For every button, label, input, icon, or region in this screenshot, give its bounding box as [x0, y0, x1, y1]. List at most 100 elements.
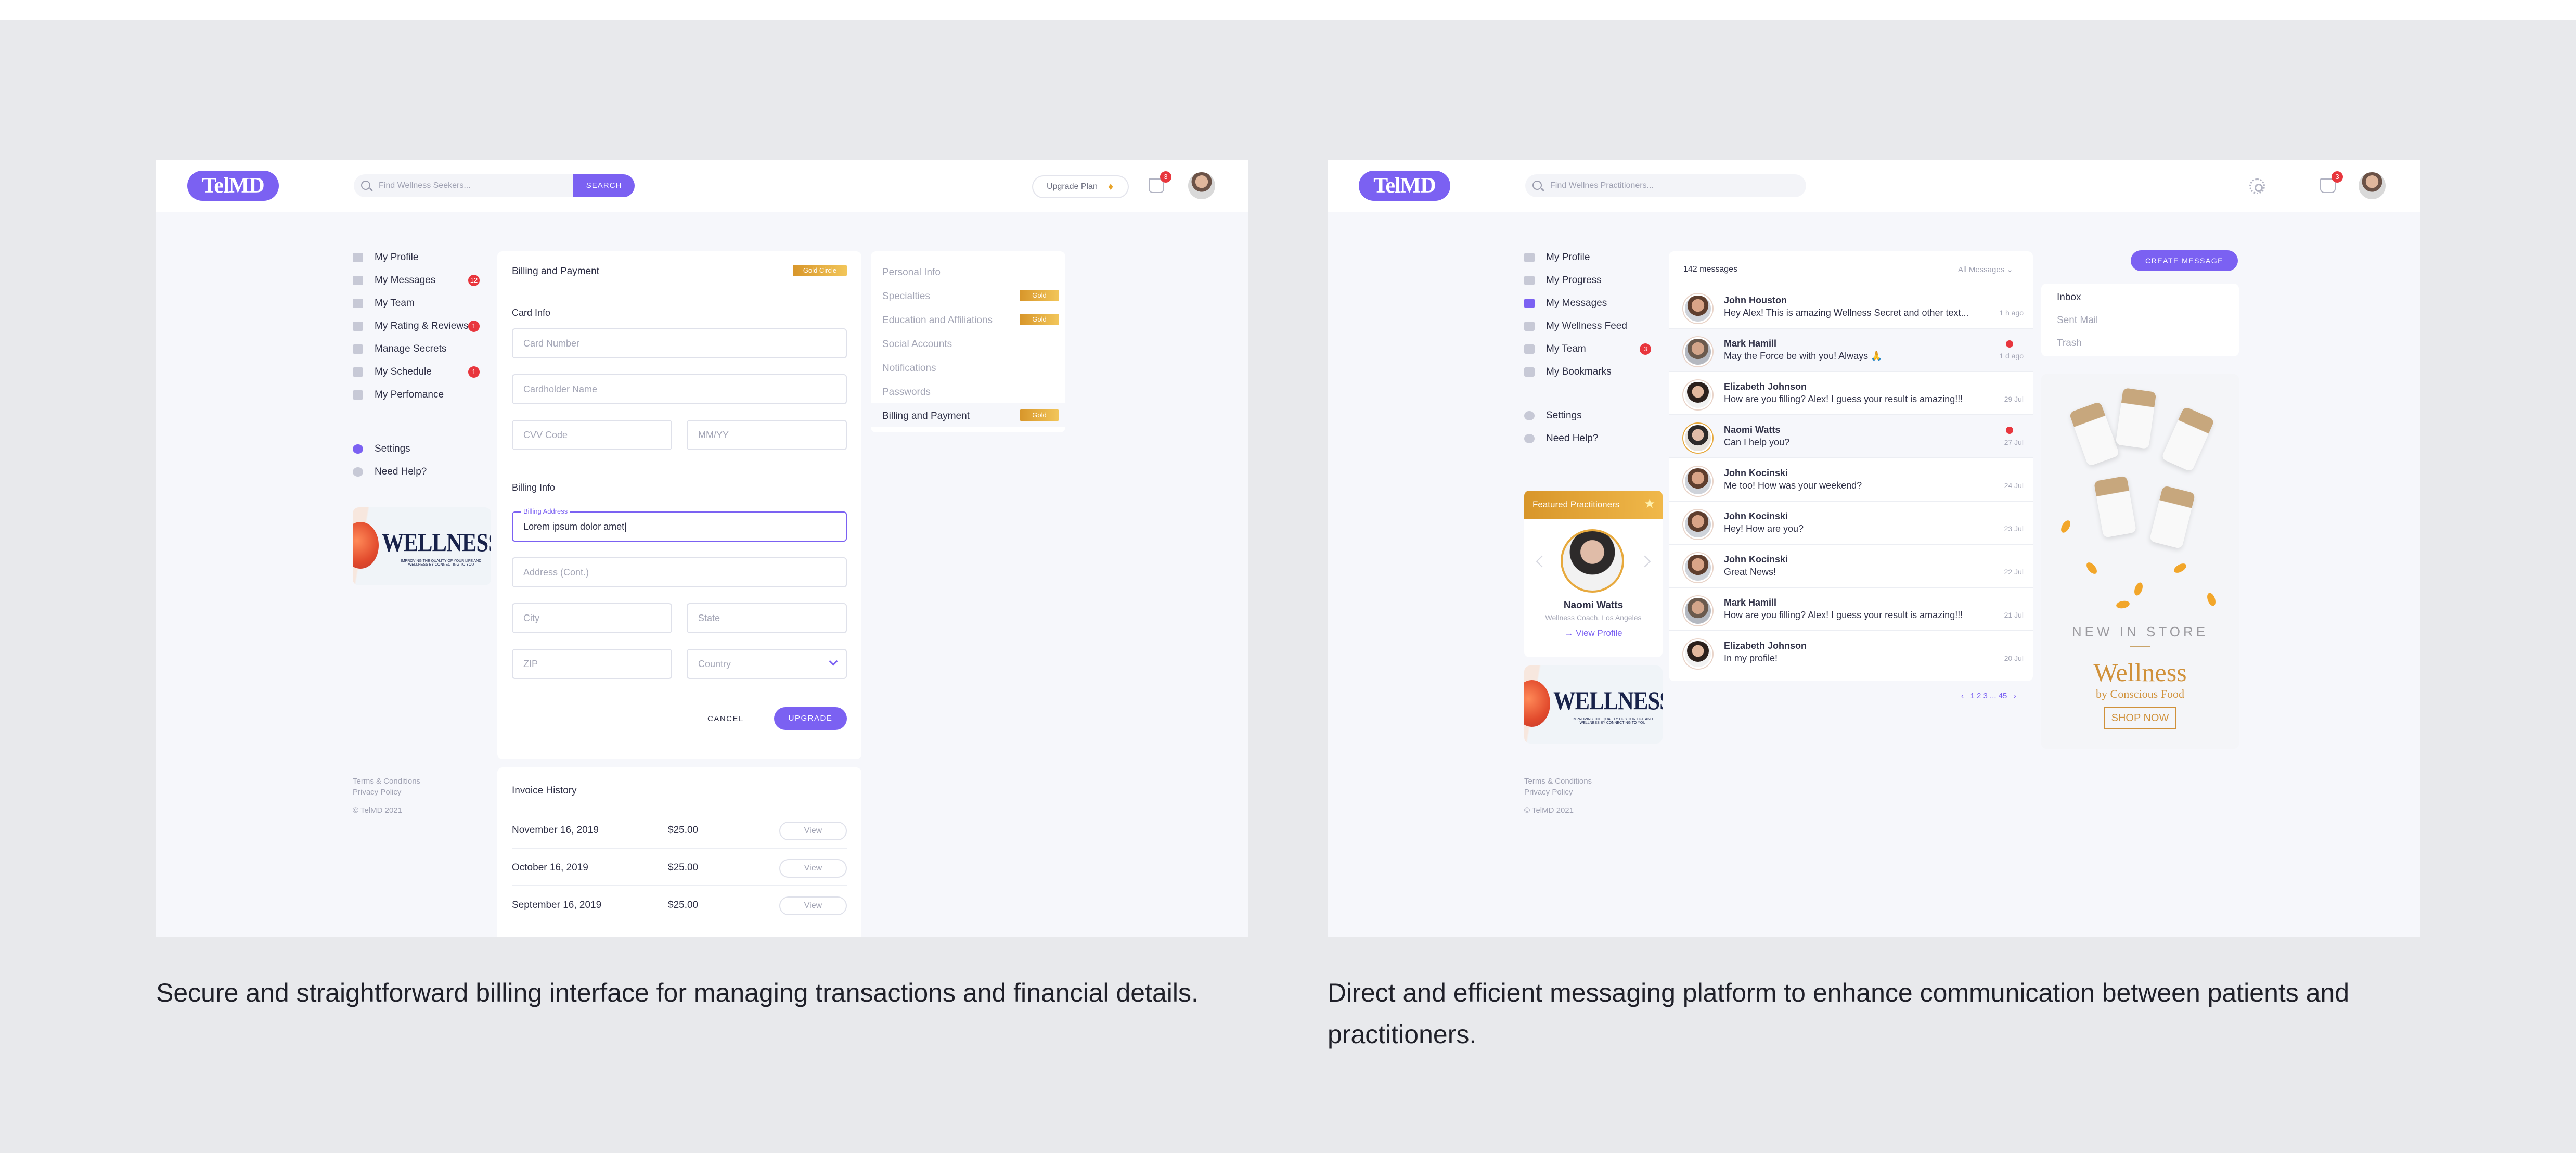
chevron-right-icon[interactable] — [1639, 555, 1651, 568]
address-cont-field[interactable]: Address (Cont.) — [512, 557, 847, 587]
cart-icon[interactable]: 3 — [1149, 171, 1171, 193]
sidebar: My Profile My Messages 12 My Team My Rati… — [353, 246, 488, 483]
sidebar-item-my-messages[interactable]: My Messages 12 — [353, 269, 488, 292]
sidebar-item-rating-reviews[interactable]: My Rating & Reviews 1 — [353, 315, 488, 338]
messages-screen: TelMD Find Wellnes Practitioners... 3 My… — [1328, 160, 2420, 937]
cardholder-name-field[interactable]: Cardholder Name — [512, 374, 847, 404]
gear-icon[interactable] — [2249, 178, 2265, 194]
terms-link[interactable]: Terms & Conditions — [1524, 776, 1592, 787]
sidebar-item-my-profile[interactable]: My Profile — [353, 246, 488, 269]
card-info-heading: Card Info — [512, 308, 551, 318]
message-time: 29 Jul — [2004, 395, 2024, 403]
search-icon — [1532, 181, 1542, 190]
folder-sent-mail[interactable]: Sent Mail — [2057, 315, 2098, 326]
store-promo-banner[interactable]: NEW IN STORE Wellness by Conscious Food … — [2041, 374, 2239, 749]
chevron-left-icon[interactable]: ‹ — [1961, 691, 1964, 700]
avatar[interactable] — [2359, 172, 2386, 199]
sidebar-item-need-help[interactable]: Need Help? — [353, 460, 488, 483]
invoice-amount: $25.00 — [668, 900, 699, 911]
menu-item-notifications[interactable]: Notifications — [882, 363, 936, 374]
message-row[interactable]: Elizabeth Johnson How are you filling? A… — [1669, 372, 2033, 415]
message-row[interactable]: John Kocinski Hey! How are you? 23 Jul — [1669, 502, 2033, 545]
sidebar-item-my-messages[interactable]: My Messages — [1524, 292, 1659, 315]
sidebar-item-manage-secrets[interactable]: Manage Secrets — [353, 338, 488, 361]
view-button[interactable]: View — [779, 896, 847, 915]
sidebar-item-my-team[interactable]: My Team 3 — [1524, 338, 1659, 361]
page-numbers[interactable]: 1 2 3 ... 45 — [1970, 691, 2007, 700]
message-row[interactable]: Naomi Watts Can I help you? 27 Jul — [1669, 415, 2033, 458]
sender-name: John Kocinski — [1724, 468, 1788, 478]
search-input[interactable]: Find Wellnes Practitioners... — [1550, 174, 1654, 197]
sidebar-item-my-team[interactable]: My Team — [353, 292, 488, 315]
sidebar-item-label: Settings — [375, 443, 410, 454]
sidebar-item-my-bookmarks[interactable]: My Bookmarks — [1524, 361, 1659, 383]
country-select[interactable]: Country — [687, 649, 847, 679]
logo[interactable]: TelMD — [187, 171, 279, 201]
sidebar-item-settings[interactable]: Settings — [353, 438, 488, 460]
create-message-button[interactable]: CREATE MESSAGE — [2131, 250, 2238, 271]
expiry-field[interactable]: MM/YY — [687, 420, 847, 450]
folder-trash[interactable]: Trash — [2057, 338, 2082, 349]
cart-icon[interactable]: 3 — [2320, 171, 2343, 193]
message-time: 1 d ago — [1999, 352, 2024, 360]
messages-filter[interactable]: All Messages ⌄ — [1958, 265, 2013, 274]
wellness-ad-banner[interactable]: WELLNESS IMPROVING THE QUALITY OF YOUR L… — [353, 507, 491, 585]
unread-indicator — [2006, 427, 2013, 434]
message-row[interactable]: John Houston Hey Alex! This is amazing W… — [1669, 286, 2033, 329]
sidebar-item-my-performance[interactable]: My Perfomance — [353, 383, 488, 406]
chart-icon — [353, 390, 363, 400]
view-button[interactable]: View — [779, 822, 847, 840]
chevron-right-icon[interactable]: › — [2014, 691, 2016, 700]
logo[interactable]: TelMD — [1359, 171, 1450, 201]
sidebar-item-label: My Bookmarks — [1546, 366, 1612, 377]
invoice-date: September 16, 2019 — [512, 900, 602, 911]
sidebar-item-settings[interactable]: Settings — [1524, 404, 1659, 427]
folder-inbox[interactable]: Inbox — [2057, 292, 2081, 303]
wellness-ad-banner[interactable]: WELLNESS IMPROVING THE QUALITY OF YOUR L… — [1524, 665, 1663, 744]
cancel-button[interactable]: CANCEL — [707, 714, 744, 723]
promo-divider — [2130, 646, 2150, 647]
sidebar-item-my-profile[interactable]: My Profile — [1524, 246, 1659, 269]
terms-link[interactable]: Terms & Conditions — [353, 776, 420, 787]
menu-item-passwords[interactable]: Passwords — [882, 387, 931, 398]
search-bar[interactable]: Find Wellness Seekers... SEARCH — [354, 174, 635, 197]
state-field[interactable]: State — [687, 603, 847, 633]
avatar[interactable] — [1188, 172, 1215, 199]
sidebar-item-my-schedule[interactable]: My Schedule 1 — [353, 361, 488, 383]
message-row[interactable]: Elizabeth Johnson In my profile! 20 Jul — [1669, 631, 2033, 674]
search-input[interactable]: Find Wellness Seekers... — [379, 174, 471, 197]
sidebar-item-need-help[interactable]: Need Help? — [1524, 427, 1659, 450]
pagination[interactable]: ‹ 1 2 3 ... 45 › — [1961, 691, 2016, 700]
shop-now-button[interactable]: SHOP NOW — [2104, 707, 2176, 729]
search-button[interactable]: SEARCH — [573, 174, 635, 197]
billing-info-heading: Billing Info — [512, 482, 556, 493]
menu-item-social-accounts[interactable]: Social Accounts — [882, 339, 952, 350]
privacy-link[interactable]: Privacy Policy — [1524, 787, 1592, 798]
product-jar-image — [2149, 485, 2196, 549]
menu-item-personal-info[interactable]: Personal Info — [882, 267, 941, 278]
message-row[interactable]: Mark Hamill May the Force be with you! A… — [1669, 329, 2033, 372]
upgrade-plan-button[interactable]: Upgrade Plan ♦ — [1032, 175, 1129, 198]
chevron-left-icon[interactable] — [1536, 555, 1548, 568]
cvv-field[interactable]: CVV Code — [512, 420, 672, 450]
billing-address-field[interactable]: Billing Address Lorem ipsum dolor amet| — [512, 506, 847, 542]
country-value: Country — [698, 659, 731, 669]
sidebar-item-my-progress[interactable]: My Progress — [1524, 269, 1659, 292]
sidebar-item-label: My Profile — [1546, 252, 1590, 263]
menu-item-specialties[interactable]: Specialties — [882, 291, 930, 302]
view-profile-link[interactable]: → View Profile — [1524, 628, 1663, 638]
upgrade-button[interactable]: UPGRADE — [774, 707, 847, 730]
menu-item-billing[interactable]: Billing and Payment — [882, 411, 970, 422]
menu-item-education[interactable]: Education and Affiliations — [882, 315, 993, 326]
sidebar-item-wellness-feed[interactable]: My Wellness Feed — [1524, 315, 1659, 338]
message-row[interactable]: Mark Hamill How are you filling? Alex! I… — [1669, 588, 2033, 631]
zip-field[interactable]: ZIP — [512, 649, 672, 679]
city-field[interactable]: City — [512, 603, 672, 633]
view-button[interactable]: View — [779, 859, 847, 878]
search-bar[interactable]: Find Wellnes Practitioners... — [1525, 174, 1806, 197]
message-row[interactable]: John Kocinski Me too! How was your weeke… — [1669, 458, 2033, 502]
privacy-link[interactable]: Privacy Policy — [353, 787, 420, 798]
message-row[interactable]: John Kocinski Great News! 22 Jul — [1669, 545, 2033, 588]
card-number-field[interactable]: Card Number — [512, 328, 847, 358]
invoice-date: November 16, 2019 — [512, 825, 599, 836]
